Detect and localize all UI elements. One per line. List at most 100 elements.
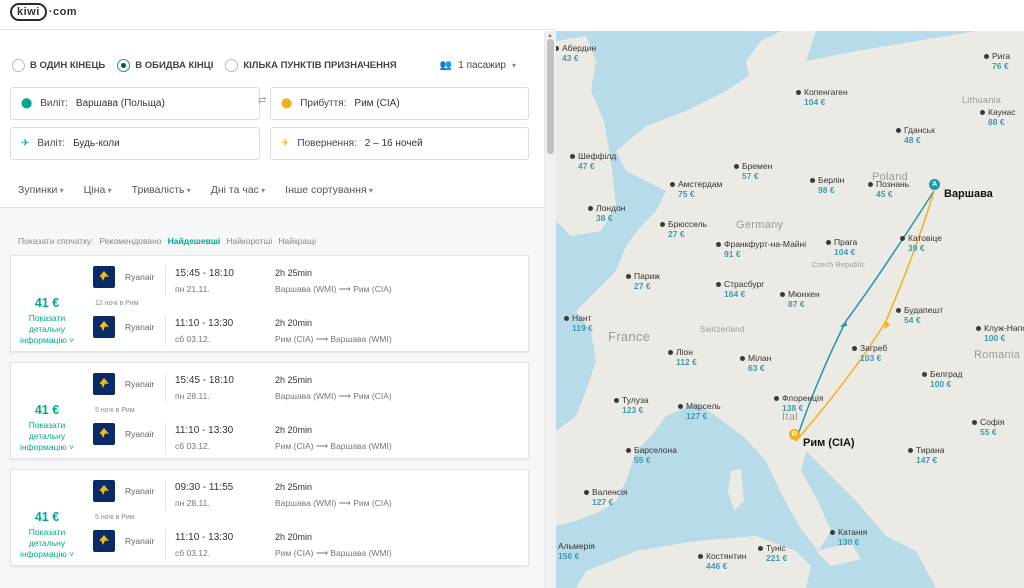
return-date-field[interactable]: ✈ Повернення: 2 – 16 ночей [270, 127, 529, 160]
show-details-link[interactable]: Показати детальну інформацію ˅ [11, 527, 83, 560]
kiwi-logo[interactable]: kiwi ·com [10, 0, 77, 24]
route-map[interactable]: Germany France Poland Romania Lithuania … [556, 31, 1024, 588]
map-city-label[interactable]: Туніс 221 € [766, 543, 787, 563]
trip-type-return[interactable]: В ОБИДВА КІНЦІ [117, 59, 213, 72]
filter-stops[interactable]: Зупинки [18, 184, 64, 196]
city-dot-icon[interactable] [570, 154, 575, 159]
trip-type-multi[interactable]: КІЛЬКА ПУНКТІВ ПРИЗНАЧЕННЯ [225, 59, 397, 72]
city-dot-icon[interactable] [976, 326, 981, 331]
city-dot-icon[interactable] [868, 182, 873, 187]
radio-selected-icon[interactable] [117, 59, 131, 72]
city-dot-icon[interactable] [810, 178, 815, 183]
map-city-label[interactable]: Познань 45 € [876, 179, 909, 199]
map-city-label[interactable]: Бремен 57 € [742, 161, 772, 181]
city-dot-icon[interactable] [980, 110, 985, 115]
map-city-label[interactable]: Гданськ 48 € [904, 125, 935, 145]
city-dot-icon[interactable] [972, 420, 977, 425]
map-city-label[interactable]: Париж 27 € [634, 271, 660, 291]
map-city-label[interactable]: Барселона 55 € [634, 445, 677, 465]
city-dot-icon[interactable] [626, 274, 631, 279]
sort-cheapest[interactable]: Найдешевші [168, 236, 221, 246]
map-city-label[interactable]: Будапешт 54 € [904, 305, 943, 325]
map-city-label[interactable]: Страсбург 164 € [724, 279, 764, 299]
radio-icon[interactable] [12, 59, 25, 72]
map-city-label[interactable]: Нант 119 € [572, 313, 593, 333]
map-city-label[interactable]: Софія 55 € [980, 417, 1004, 437]
city-dot-icon[interactable] [670, 182, 675, 187]
city-dot-icon[interactable] [716, 282, 721, 287]
show-details-link[interactable]: Показати детальну інформацію ˅ [11, 420, 83, 453]
destination-field[interactable]: ⬤ Прибуття: Рим (CIA) [270, 87, 529, 120]
swap-icon[interactable]: ⇄ [258, 95, 266, 106]
city-dot-icon[interactable] [668, 350, 673, 355]
city-dot-icon[interactable] [564, 316, 569, 321]
result-card[interactable]: 41 € Показати детальну інформацію ˅ Ryan… [10, 469, 529, 566]
city-dot-icon[interactable] [588, 206, 593, 211]
depart-date-field[interactable]: ✈ Виліт: Будь-коли [10, 127, 260, 160]
city-dot-icon[interactable] [740, 356, 745, 361]
map-city-label[interactable]: Прага 104 € [834, 237, 857, 257]
map-city-label[interactable]: Марсель 127 € [686, 401, 721, 421]
city-dot-icon[interactable] [984, 54, 989, 59]
city-dot-icon[interactable] [626, 448, 631, 453]
map-city-label[interactable]: Альмерія 156 € [558, 541, 595, 561]
city-dot-icon[interactable] [716, 242, 721, 247]
filter-days-time[interactable]: Дні та час [211, 184, 265, 196]
map-city-label[interactable]: Шеффілд 47 € [578, 151, 616, 171]
map-city-label[interactable]: Катанія 130 € [838, 527, 867, 547]
map-city-label[interactable]: Валенсія 127 € [592, 487, 628, 507]
sort-best[interactable]: Найкращі [278, 236, 316, 246]
filter-price[interactable]: Ціна [84, 184, 112, 196]
city-dot-icon[interactable] [796, 90, 801, 95]
result-card[interactable]: 41 € Показати детальну інформацію ˅ Ryan… [10, 255, 529, 352]
map-city-label[interactable]: Клуж-Напо 100 € [984, 323, 1024, 343]
city-dot-icon[interactable] [678, 404, 683, 409]
city-dot-icon[interactable] [896, 128, 901, 133]
show-details-link[interactable]: Показати детальну інформацію ˅ [11, 313, 83, 346]
map-city-label[interactable]: Тирана 147 € [916, 445, 944, 465]
city-dot-icon[interactable] [852, 346, 857, 351]
map-city-label[interactable]: Тулуза 123 € [622, 395, 649, 415]
city-dot-icon[interactable] [780, 292, 785, 297]
city-dot-icon[interactable] [584, 490, 589, 495]
map-city-label[interactable]: Загреб 103 € [860, 343, 887, 363]
map-city-label[interactable]: Копенгаген 104 € [804, 87, 848, 107]
map-city-label[interactable]: Мюнхен 87 € [788, 289, 820, 309]
map-city-label[interactable]: Франкфурт-на-Майні 91 € [724, 239, 806, 259]
sort-shortest[interactable]: Найкоротші [226, 236, 272, 246]
city-dot-icon[interactable] [908, 448, 913, 453]
city-dot-icon[interactable] [826, 240, 831, 245]
map-city-label[interactable]: Костянтин 446 € [706, 551, 746, 571]
destination-marker-icon[interactable]: B [789, 429, 800, 440]
filter-duration[interactable]: Тривалість [132, 184, 191, 196]
map-city-label[interactable]: Абердин 43 € [562, 43, 596, 63]
radio-icon[interactable] [225, 59, 239, 72]
city-dot-icon[interactable] [774, 396, 779, 401]
map-city-label[interactable]: Берлін 98 € [818, 175, 844, 195]
city-dot-icon[interactable] [734, 164, 739, 169]
map-city-label[interactable]: Каунас 88 € [988, 107, 1016, 127]
map-city-label[interactable]: Брюссель 27 € [668, 219, 707, 239]
map-city-label[interactable]: Рига 76 € [992, 51, 1010, 71]
city-dot-icon[interactable] [660, 222, 665, 227]
city-dot-icon[interactable] [900, 236, 905, 241]
sort-recommended[interactable]: Рекомендовано [100, 236, 162, 246]
scrollbar-thumb[interactable] [547, 39, 554, 154]
passengers-dropdown[interactable]: 👥 1 пасажир ▾ [440, 60, 516, 71]
city-dot-icon[interactable] [614, 398, 619, 403]
map-city-label[interactable]: Белград 100 € [930, 369, 963, 389]
map-city-label[interactable]: Ліон 112 € [676, 347, 697, 367]
city-dot-icon[interactable] [758, 546, 763, 551]
city-dot-icon[interactable] [922, 372, 927, 377]
map-city-label[interactable]: Флоренція 138 € [782, 393, 823, 413]
result-card[interactable]: 41 € Показати детальну інформацію ˅ Ryan… [10, 362, 529, 459]
origin-marker-icon[interactable]: A [929, 179, 940, 190]
map-city-label[interactable]: Амстердам 75 € [678, 179, 722, 199]
trip-type-oneway[interactable]: В ОДИН КІНЕЦЬ [12, 59, 105, 72]
map-city-label[interactable]: Катовіце 39 € [908, 233, 942, 253]
map-city-label[interactable]: Мілан 63 € [748, 353, 771, 373]
origin-field[interactable]: ⬤ Виліт: Варшава (Польща) [10, 87, 260, 120]
city-dot-icon[interactable] [896, 308, 901, 313]
city-dot-icon[interactable] [830, 530, 835, 535]
city-dot-icon[interactable] [698, 554, 703, 559]
